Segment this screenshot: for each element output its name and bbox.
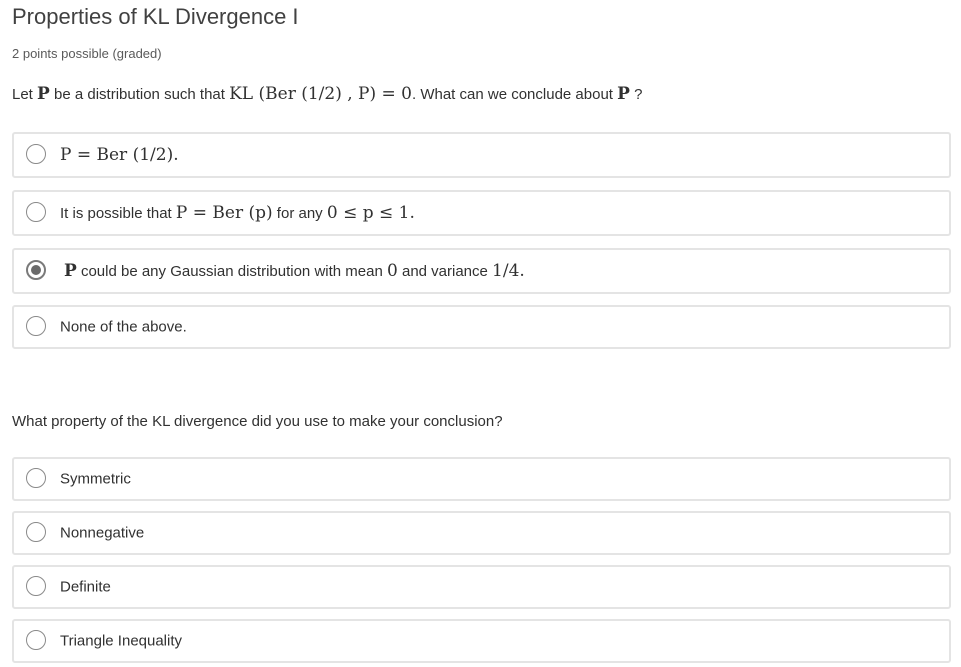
question-1-prompt: Let P be a distribution such that KL (Be…	[12, 84, 642, 104]
q1-option-4[interactable]: None of the above.	[12, 305, 951, 349]
option-label: Definite	[60, 578, 111, 596]
math-text: 0	[386, 261, 398, 281]
q1-option-2[interactable]: It is possible that P = Ber (p) for any …	[12, 190, 951, 236]
points-possible: 2 points possible (graded)	[12, 46, 162, 61]
radio-button[interactable]	[26, 576, 46, 596]
prompt-text: . What can we conclude about	[412, 86, 618, 103]
question-2-prompt: What property of the KL divergence did y…	[12, 413, 503, 430]
q2-option-symmetric[interactable]: Symmetric	[12, 457, 951, 501]
q2-option-triangle-inequality[interactable]: Triangle Inequality	[12, 619, 951, 663]
math-text: P	[64, 261, 77, 281]
prompt-text: Let	[12, 86, 38, 103]
q1-option-1[interactable]: P = Ber (1/2).	[12, 132, 951, 178]
option-label: P could be any Gaussian distribution wit…	[64, 261, 525, 281]
q2-option-definite[interactable]: Definite	[12, 565, 951, 609]
radio-button[interactable]	[26, 202, 46, 222]
radio-button[interactable]	[26, 316, 46, 336]
math-P: P	[617, 84, 630, 104]
math-P: P	[37, 84, 50, 104]
math-kl-expression: KL (Ber (1/2) , P) = 0	[229, 84, 412, 104]
problem-title: Properties of KL Divergence I	[12, 4, 299, 29]
radio-button[interactable]	[26, 144, 46, 164]
radio-button-selected[interactable]	[26, 260, 46, 280]
math-text: P = Ber (p)	[175, 203, 273, 223]
q2-option-nonnegative[interactable]: Nonnegative	[12, 511, 951, 555]
option-text: could be any Gaussian distribution with …	[76, 263, 387, 280]
option-label: P = Ber (1/2).	[60, 145, 179, 165]
option-label: Triangle Inequality	[60, 632, 183, 650]
option-text: and variance	[397, 263, 493, 280]
option-label: None of the above.	[60, 318, 187, 336]
prompt-text: be a distribution such that	[49, 86, 230, 103]
q1-option-3[interactable]: P could be any Gaussian distribution wit…	[12, 248, 951, 294]
option-text: It is possible that	[60, 205, 176, 222]
option-label: Symmetric	[60, 470, 131, 488]
math-text: P = Ber (1/2).	[60, 145, 179, 165]
option-label: Nonnegative	[60, 524, 145, 542]
option-label: It is possible that P = Ber (p) for any …	[60, 203, 415, 223]
option-text: for any	[272, 205, 327, 222]
math-text: 0 ≤ p ≤ 1.	[326, 203, 415, 223]
radio-button[interactable]	[26, 630, 46, 650]
radio-button[interactable]	[26, 468, 46, 488]
math-text: 1/4.	[492, 261, 525, 281]
radio-button[interactable]	[26, 522, 46, 542]
prompt-text: ?	[629, 86, 643, 103]
